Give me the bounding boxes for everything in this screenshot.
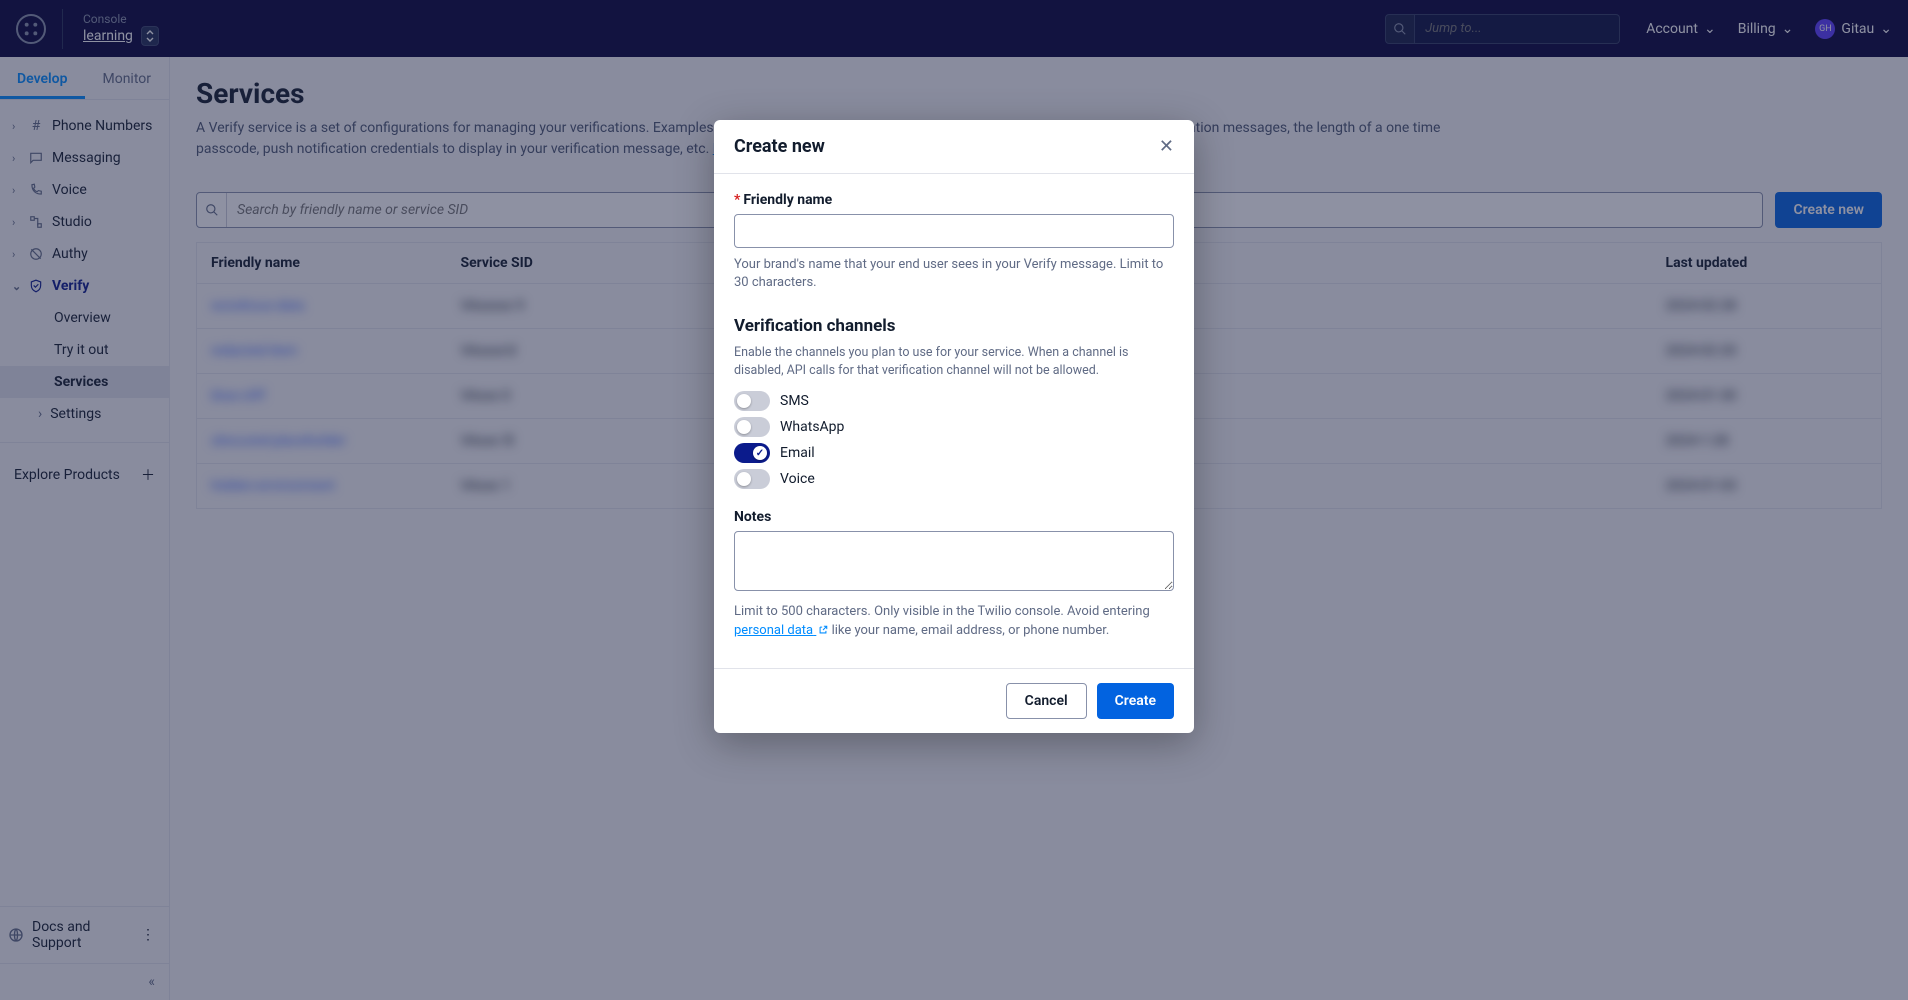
notes-help: Limit to 500 characters. Only visible in… — [734, 603, 1174, 639]
channel-label: WhatsApp — [780, 419, 844, 435]
cancel-button[interactable]: Cancel — [1006, 683, 1087, 719]
create-button[interactable]: Create — [1097, 683, 1174, 719]
notes-textarea[interactable] — [734, 531, 1174, 591]
channels-description: Enable the channels you plan to use for … — [734, 344, 1174, 379]
close-icon: ✕ — [1159, 136, 1174, 157]
channel-sms: SMS — [734, 391, 1174, 411]
channel-label: Email — [780, 445, 815, 461]
channel-voice: Voice — [734, 469, 1174, 489]
toggle-voice[interactable] — [734, 469, 770, 489]
modal-overlay: Create new ✕ *Friendly name Your brand's… — [0, 0, 1908, 1000]
channel-email: Email — [734, 443, 1174, 463]
friendly-name-label: *Friendly name — [734, 192, 1174, 208]
create-service-modal: Create new ✕ *Friendly name Your brand's… — [714, 120, 1194, 733]
toggle-email[interactable] — [734, 443, 770, 463]
toggle-sms[interactable] — [734, 391, 770, 411]
modal-title: Create new — [734, 136, 825, 157]
channel-whatsapp: WhatsApp — [734, 417, 1174, 437]
close-button[interactable]: ✕ — [1159, 136, 1174, 157]
channel-label: Voice — [780, 471, 815, 487]
channel-label: SMS — [780, 393, 809, 409]
friendly-name-input[interactable] — [734, 214, 1174, 248]
channels-heading: Verification channels — [734, 316, 1174, 336]
notes-label: Notes — [734, 509, 1174, 525]
personal-data-link[interactable]: personal data — [734, 623, 828, 638]
external-link-icon — [818, 625, 828, 635]
friendly-name-help: Your brand's name that your end user see… — [734, 256, 1174, 292]
toggle-whatsapp[interactable] — [734, 417, 770, 437]
